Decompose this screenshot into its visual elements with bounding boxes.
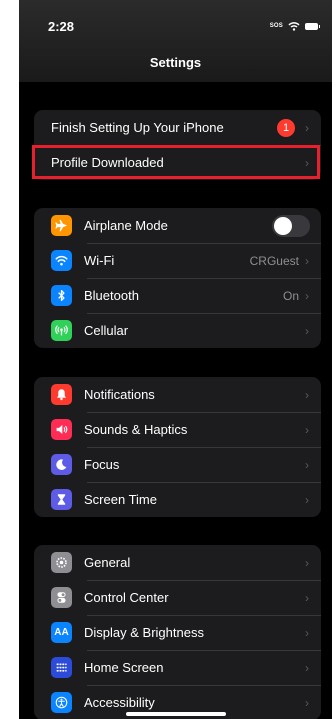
screen-time-row[interactable]: Screen Time › (34, 482, 321, 517)
chevron-right-icon: › (305, 323, 309, 338)
chevron-right-icon: › (305, 492, 309, 507)
text-size-icon: AA (51, 622, 72, 643)
airplane-icon (51, 215, 72, 236)
battery-icon (305, 22, 320, 30)
wifi-network-value: CRGuest (249, 253, 299, 268)
airplane-mode-row: Airplane Mode (34, 208, 321, 243)
wifi-label: Wi-Fi (84, 253, 115, 268)
finish-setup-label: Finish Setting Up Your iPhone (51, 120, 224, 135)
toggle-knob (274, 216, 292, 235)
connectivity-group: Airplane Mode Wi-Fi CRGuest › Bluetooth … (34, 208, 321, 348)
airplane-mode-label: Airplane Mode (84, 218, 168, 233)
switches-icon (51, 587, 72, 608)
navigation-bar: 2:28 SOS Settings (19, 0, 332, 82)
chevron-right-icon: › (305, 387, 309, 402)
status-time: 2:28 (48, 19, 75, 34)
chevron-right-icon: › (305, 625, 309, 640)
moon-icon (51, 454, 72, 475)
notifications-group: Notifications › Sounds & Haptics › Focus… (34, 377, 321, 517)
control-center-label: Control Center (84, 590, 169, 605)
display-brightness-label: Display & Brightness (84, 625, 204, 640)
focus-label: Focus (84, 457, 120, 472)
text-size-glyph: AA (54, 627, 69, 638)
cellular-icon (51, 320, 72, 341)
accessibility-label: Accessibility (84, 695, 155, 710)
chevron-right-icon: › (305, 422, 309, 437)
home-screen-label: Home Screen (84, 660, 164, 675)
bluetooth-status-value: On (282, 288, 299, 303)
general-group: General › Control Center › AA Display & … (34, 545, 321, 719)
hourglass-icon (51, 489, 72, 510)
display-brightness-row[interactable]: AA Display & Brightness › (34, 615, 321, 650)
focus-row[interactable]: Focus › (34, 447, 321, 482)
notifications-label: Notifications (84, 387, 155, 402)
phone-screen: 2:28 SOS Settings Finish Setting Up Your… (19, 0, 332, 719)
bluetooth-label: Bluetooth (84, 288, 139, 303)
bluetooth-row[interactable]: Bluetooth On › (34, 278, 321, 313)
general-row[interactable]: General › (34, 545, 321, 580)
general-label: General (84, 555, 131, 570)
grid-icon (51, 657, 72, 678)
finish-setup-row[interactable]: Finish Setting Up Your iPhone 1 › (34, 110, 321, 145)
sos-indicator: SOS (269, 23, 283, 29)
home-screen-row[interactable]: Home Screen › (34, 650, 321, 685)
control-center-row[interactable]: Control Center › (34, 580, 321, 615)
screen-time-label: Screen Time (84, 492, 157, 507)
gear-icon (51, 552, 72, 573)
cellular-label: Cellular (84, 323, 129, 338)
chevron-right-icon: › (305, 288, 309, 303)
chevron-right-icon: › (305, 253, 309, 268)
chevron-right-icon: › (305, 120, 309, 135)
home-indicator (126, 712, 226, 716)
wifi-icon (51, 250, 72, 271)
chevron-right-icon: › (305, 555, 309, 570)
wifi-row[interactable]: Wi-Fi CRGuest › (34, 243, 321, 278)
chevron-right-icon: › (305, 660, 309, 675)
speaker-icon (51, 419, 72, 440)
airplane-mode-toggle[interactable] (272, 214, 310, 237)
status-icons: SOS (269, 20, 320, 32)
wifi-status-icon (288, 22, 300, 31)
notifications-row[interactable]: Notifications › (34, 377, 321, 412)
sounds-haptics-label: Sounds & Haptics (84, 422, 188, 437)
highlight-box (32, 145, 320, 179)
chevron-right-icon: › (305, 590, 309, 605)
page-title: Settings (149, 55, 202, 70)
bell-icon (51, 384, 72, 405)
notification-badge: 1 (277, 118, 295, 137)
sounds-haptics-row[interactable]: Sounds & Haptics › (34, 412, 321, 447)
chevron-right-icon: › (305, 695, 309, 710)
accessibility-icon (51, 692, 72, 713)
chevron-right-icon: › (305, 457, 309, 472)
cellular-row[interactable]: Cellular › (34, 313, 321, 348)
bluetooth-icon (51, 285, 72, 306)
